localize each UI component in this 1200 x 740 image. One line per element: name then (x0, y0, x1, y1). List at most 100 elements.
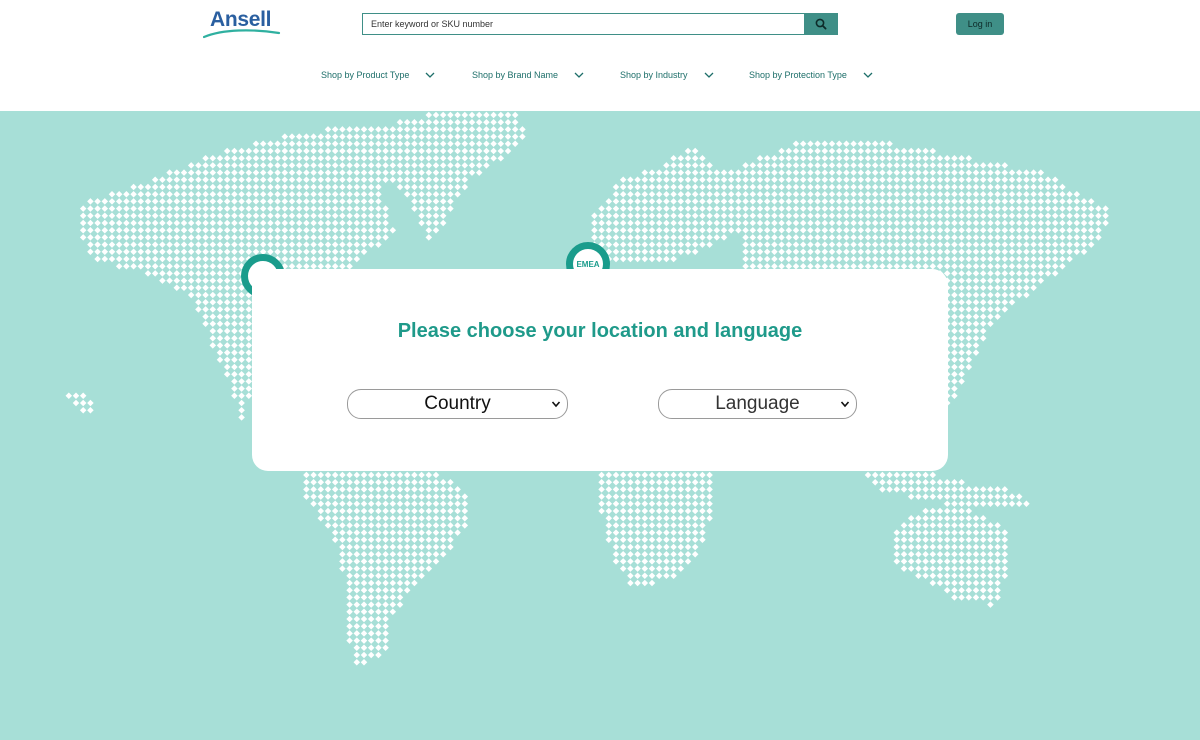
map-dot (857, 198, 865, 205)
map-dot (987, 162, 994, 169)
map-dot (677, 550, 685, 558)
map-dot (706, 205, 713, 212)
map-dot (619, 226, 627, 234)
map-dot (1030, 241, 1037, 248)
country-select[interactable]: Country (347, 389, 568, 419)
map-dot (425, 550, 433, 558)
map-dot (432, 507, 440, 515)
map-dot (367, 558, 375, 565)
map-dot (900, 176, 908, 184)
map-dot (353, 133, 361, 140)
map-dot (742, 176, 749, 184)
map-dot (195, 234, 202, 241)
map-dot (1015, 255, 1023, 263)
nav-shop-by-protection-type[interactable]: Shop by Protection Type (749, 70, 873, 80)
map-dot (238, 162, 245, 169)
map-dot (382, 608, 389, 616)
map-dot (1008, 248, 1016, 256)
map-dot (1044, 198, 1052, 205)
map-dot (166, 262, 173, 270)
map-dot (389, 500, 397, 508)
map-dot (411, 550, 418, 558)
map-dot (411, 536, 418, 544)
map-dot (173, 205, 181, 212)
map-dot (900, 478, 908, 486)
map-dot (382, 644, 389, 652)
map-dot (821, 140, 829, 148)
map-dot (375, 536, 382, 544)
map-dot (670, 486, 677, 493)
map-dot (814, 248, 821, 256)
map-dot (115, 262, 123, 270)
map-dot (634, 486, 641, 493)
search-input[interactable] (363, 14, 804, 34)
map-dot (245, 226, 253, 234)
map-dot (216, 306, 224, 313)
language-select[interactable]: Language (658, 389, 857, 419)
map-dot (281, 183, 289, 191)
map-dot (331, 176, 339, 184)
map-dot (634, 507, 641, 515)
map-dot (943, 529, 951, 536)
map-dot (382, 226, 389, 234)
map-dot (1059, 205, 1066, 212)
map-dot (195, 162, 202, 169)
map-dot (720, 176, 728, 184)
ansell-logo[interactable]: Ansell (203, 8, 281, 39)
map-dot (418, 118, 425, 126)
map-dot (799, 190, 807, 198)
map-dot (771, 226, 778, 234)
map-dot (360, 543, 368, 551)
map-dot (929, 234, 937, 241)
map-dot (324, 219, 332, 227)
nav-shop-by-brand-name[interactable]: Shop by Brand Name (472, 70, 584, 80)
nav-shop-by-industry[interactable]: Shop by Industry (620, 70, 714, 80)
search-button[interactable] (804, 14, 837, 34)
map-dot (101, 255, 109, 263)
map-dot (641, 543, 649, 551)
map-dot (835, 212, 843, 220)
map-dot (648, 234, 656, 241)
map-dot (461, 169, 469, 176)
map-dot (627, 486, 634, 493)
map-dot (439, 118, 447, 126)
map-dot (735, 190, 742, 198)
map-dot (231, 248, 238, 256)
map-dot (641, 536, 649, 544)
map-dot (339, 241, 346, 248)
map-dot (202, 255, 209, 263)
map-dot (951, 478, 958, 486)
map-dot (979, 169, 987, 176)
map-dot (1037, 176, 1045, 184)
map-dot (245, 198, 253, 205)
map-dot (339, 226, 346, 234)
map-dot (828, 248, 836, 256)
map-dot (159, 270, 166, 277)
map-dot (353, 586, 361, 594)
map-dot (641, 529, 649, 536)
map-dot (159, 212, 166, 220)
map-dot (317, 234, 325, 241)
login-button[interactable]: Log in (956, 13, 1004, 35)
map-dot (346, 212, 353, 220)
nav-shop-by-product-type[interactable]: Shop by Product Type (321, 70, 435, 80)
map-dot (231, 255, 238, 263)
map-dot (778, 241, 785, 248)
map-dot (1008, 198, 1016, 205)
map-dot (353, 514, 361, 522)
map-dot (432, 522, 440, 529)
map-dot (742, 198, 749, 205)
map-dot (792, 241, 800, 248)
map-dot (828, 198, 836, 205)
map-dot (187, 205, 195, 212)
map-dot (418, 536, 425, 544)
map-dot (771, 255, 778, 263)
map-dot (1059, 212, 1066, 220)
map-dot (295, 226, 303, 234)
map-dot (367, 514, 375, 522)
map-dot (756, 241, 764, 248)
map-dot (166, 226, 173, 234)
map-dot (987, 543, 994, 551)
map-dot (922, 190, 929, 198)
map-dot (375, 226, 382, 234)
